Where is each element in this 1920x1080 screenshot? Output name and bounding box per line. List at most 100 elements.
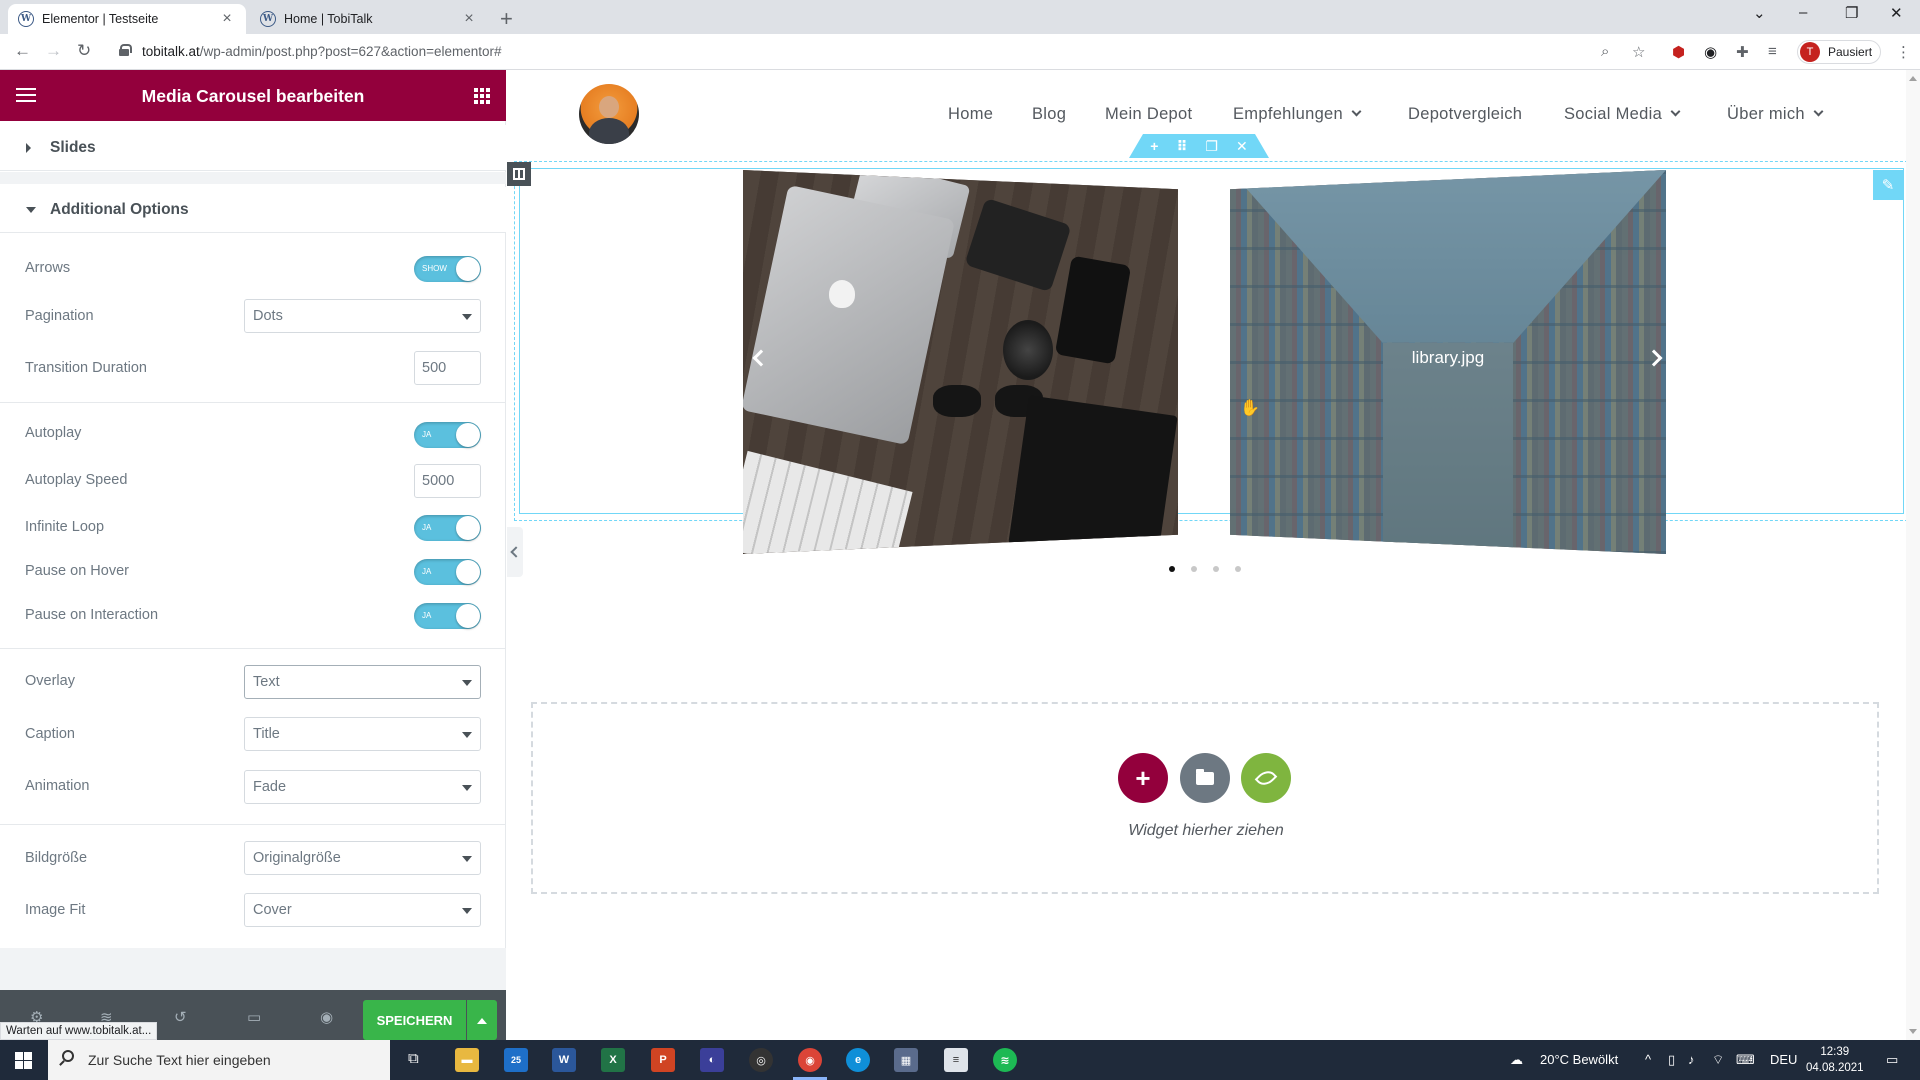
- edge-icon[interactable]: e: [846, 1048, 870, 1072]
- menu-item-ueber-mich[interactable]: Über mich: [1727, 105, 1824, 124]
- new-tab-button[interactable]: +: [500, 6, 513, 32]
- add-section-icon[interactable]: +: [1150, 138, 1158, 154]
- notifications-icon[interactable]: ▭: [1886, 1052, 1898, 1068]
- excel-icon[interactable]: X: [601, 1048, 625, 1072]
- maximize-button[interactable]: ❐: [1845, 4, 1858, 22]
- back-icon[interactable]: ←: [14, 41, 31, 61]
- network-icon[interactable]: ⌔: [1712, 1052, 1724, 1068]
- profile-button[interactable]: T Pausiert: [1797, 40, 1881, 64]
- app-icon[interactable]: ◐: [700, 1048, 724, 1072]
- arrows-switch[interactable]: SHOW: [414, 256, 481, 282]
- section-handle[interactable]: + ⠿ ❐ ✕: [1129, 134, 1269, 158]
- search-icon: [62, 1050, 74, 1062]
- browser-menu-icon[interactable]: ⋮: [1896, 43, 1911, 61]
- close-tab-icon[interactable]: ×: [460, 10, 478, 28]
- drag-handle-icon[interactable]: ⠿: [1176, 138, 1187, 155]
- overlay-select[interactable]: Text: [244, 665, 481, 699]
- delete-icon[interactable]: ✕: [1236, 138, 1248, 155]
- extensions-icon[interactable]: ✚: [1736, 43, 1749, 61]
- menu-item-blog[interactable]: Blog: [1032, 105, 1066, 124]
- menu-item-depotvergleich[interactable]: Depotvergleich: [1408, 105, 1522, 124]
- wordpress-icon: W: [18, 11, 34, 27]
- save-button[interactable]: SPEICHERN: [363, 1000, 466, 1040]
- autoplay-switch[interactable]: JA: [414, 422, 481, 448]
- tab-search-icon[interactable]: ⌄: [1753, 4, 1766, 22]
- pagination-dot[interactable]: [1191, 566, 1197, 572]
- adblock-extension-icon[interactable]: ⬢: [1672, 43, 1685, 61]
- caption-select[interactable]: Title: [244, 717, 481, 751]
- pagination-dot[interactable]: [1235, 566, 1241, 572]
- clock[interactable]: 12:39 04.08.2021: [1806, 1044, 1864, 1076]
- app-icon[interactable]: ▦: [894, 1048, 918, 1072]
- site-logo[interactable]: [579, 84, 639, 144]
- preview-scrollbar[interactable]: [1906, 70, 1920, 1040]
- preview-eye-icon[interactable]: ◉: [320, 1008, 333, 1026]
- powerpoint-icon[interactable]: P: [651, 1048, 675, 1072]
- file-explorer-icon[interactable]: ▬: [455, 1048, 479, 1072]
- obs-icon[interactable]: ◎: [749, 1048, 773, 1072]
- collapse-panel-button[interactable]: [507, 527, 523, 577]
- select-value: Title: [253, 726, 280, 742]
- duplicate-icon[interactable]: ❐: [1205, 138, 1218, 155]
- spotify-icon[interactable]: ≋: [993, 1048, 1017, 1072]
- save-options-button[interactable]: [467, 1000, 497, 1040]
- cloud-weather-icon[interactable]: ☁: [1510, 1052, 1523, 1068]
- weather-text[interactable]: 20°C Bewölkt: [1540, 1052, 1618, 1067]
- notepad-icon[interactable]: ≡: [944, 1048, 968, 1072]
- task-view-icon[interactable]: ⧉: [408, 1050, 419, 1067]
- zoom-icon[interactable]: ⌕: [1601, 43, 1609, 60]
- address-bar: ← → ↻ tobitalk.at/wp-admin/post.php?post…: [0, 34, 1920, 70]
- column-handle-icon[interactable]: [507, 162, 531, 186]
- tab-elementor[interactable]: W Elementor | Testseite ×: [8, 4, 246, 34]
- grammarly-extension-icon[interactable]: ◉: [1704, 43, 1717, 61]
- autoplay-speed-input[interactable]: 5000: [414, 464, 481, 498]
- widgets-grid-icon[interactable]: [474, 88, 490, 104]
- tray-chevron-icon[interactable]: ^: [1645, 1052, 1651, 1067]
- pause-on-interaction-switch[interactable]: JA: [414, 603, 481, 629]
- pagination-dot[interactable]: [1213, 566, 1219, 572]
- page-preview: Home Blog Mein Depot Empfehlungen Depotv…: [507, 70, 1920, 1040]
- image-fit-select[interactable]: Cover: [244, 893, 481, 927]
- menu-item-social-media[interactable]: Social Media: [1564, 105, 1681, 124]
- menu-item-home[interactable]: Home: [948, 105, 993, 124]
- edit-widget-pencil-icon[interactable]: ✎: [1873, 170, 1903, 200]
- image-size-select[interactable]: Originalgröße: [244, 841, 481, 875]
- mail-icon[interactable]: 25: [504, 1048, 528, 1072]
- minimize-button[interactable]: –: [1799, 4, 1807, 21]
- add-section-button[interactable]: +: [1118, 753, 1168, 803]
- responsive-mode-icon[interactable]: ▭: [247, 1008, 261, 1026]
- carousel-slide-1[interactable]: [743, 170, 1178, 554]
- chrome-icon[interactable]: ◉: [798, 1048, 822, 1072]
- tab-home-tobitalk[interactable]: W Home | TobiTalk ×: [250, 4, 488, 34]
- reload-icon[interactable]: ↻: [77, 41, 91, 61]
- taskbar-search[interactable]: Zur Suche Text hier eingeben: [48, 1040, 390, 1080]
- transition-duration-input[interactable]: 500: [414, 351, 481, 385]
- section-slides[interactable]: Slides: [0, 125, 506, 171]
- bookmark-star-icon[interactable]: ☆: [1632, 43, 1645, 61]
- carousel-slide-2[interactable]: library.jpg: [1230, 170, 1666, 554]
- animation-select[interactable]: Fade: [244, 770, 481, 804]
- volume-icon[interactable]: ♪: [1688, 1052, 1695, 1067]
- keyboard-icon[interactable]: ⌨: [1736, 1052, 1755, 1068]
- add-template-button[interactable]: [1180, 753, 1230, 803]
- section-additional-options[interactable]: Additional Options: [0, 187, 506, 233]
- lock-icon[interactable]: [119, 44, 132, 56]
- close-tab-icon[interactable]: ×: [218, 10, 236, 28]
- url-field[interactable]: tobitalk.at/wp-admin/post.php?post=627&a…: [142, 44, 502, 59]
- divider: [0, 172, 506, 184]
- word-icon[interactable]: W: [552, 1048, 576, 1072]
- history-icon[interactable]: ↺: [174, 1008, 187, 1026]
- menu-item-empfehlungen[interactable]: Empfehlungen: [1233, 105, 1362, 124]
- menu-item-mein-depot[interactable]: Mein Depot: [1105, 105, 1192, 124]
- envato-kit-button[interactable]: [1241, 753, 1291, 803]
- pagination-select[interactable]: Dots: [244, 299, 481, 333]
- forward-icon[interactable]: →: [45, 41, 62, 61]
- infinite-loop-switch[interactable]: JA: [414, 515, 481, 541]
- close-window-button[interactable]: ✕: [1890, 4, 1903, 22]
- language-indicator[interactable]: DEU: [1770, 1052, 1797, 1067]
- pagination-dot[interactable]: [1169, 566, 1175, 572]
- reading-list-icon[interactable]: ≡: [1768, 43, 1777, 60]
- battery-icon[interactable]: ▯: [1668, 1052, 1675, 1068]
- windows-start-icon[interactable]: [15, 1052, 32, 1069]
- pause-on-hover-switch[interactable]: JA: [414, 559, 481, 585]
